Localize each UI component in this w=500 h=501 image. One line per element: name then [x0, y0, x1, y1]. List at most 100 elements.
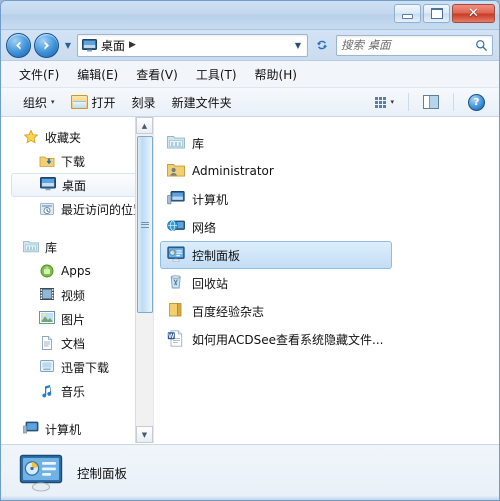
- folder-open-icon: [70, 95, 88, 109]
- computer-icon: [23, 421, 39, 437]
- search-box[interactable]: 搜索 桌面: [336, 34, 493, 56]
- sidebar-item-music-label: 音乐: [61, 384, 86, 399]
- computer-icon: [167, 190, 185, 208]
- new-folder-label: 新建文件夹: [171, 95, 232, 110]
- minimize-icon: [402, 14, 413, 19]
- sidebar-item-desktop-label: 桌面: [62, 178, 87, 193]
- breadcrumb[interactable]: 桌面 ▶: [82, 37, 136, 54]
- menu-tools[interactable]: 工具(T): [188, 63, 245, 86]
- toolbar-right-group: ▾ ?: [367, 91, 493, 114]
- word-document-icon: W: [167, 330, 185, 348]
- minimize-button[interactable]: [394, 4, 421, 23]
- menu-view[interactable]: 查看(V): [128, 63, 186, 86]
- list-item[interactable]: 控制面板: [160, 241, 392, 269]
- open-button[interactable]: 打开: [63, 91, 124, 114]
- thunder-download-icon: [39, 359, 55, 375]
- sidebar-item-documents[interactable]: 文档: [1, 331, 141, 355]
- list-item[interactable]: 库: [160, 129, 392, 157]
- scroll-down-button[interactable]: ▼: [136, 426, 153, 443]
- scrollbar-thumb[interactable]: [137, 136, 153, 313]
- list-item-label: 百度经验杂志: [192, 304, 265, 319]
- list-item[interactable]: 网络: [160, 213, 392, 241]
- menu-file[interactable]: 文件(F): [11, 63, 67, 86]
- sidebar-item-recent-places[interactable]: 最近访问的位置: [1, 197, 141, 221]
- history-dropdown-button[interactable]: ▼: [62, 34, 74, 57]
- title-bar: ✕: [1, 1, 499, 30]
- desktop-icon: [40, 177, 56, 193]
- recycle-bin-icon: [167, 274, 185, 292]
- content-area: 收藏夹 下载 桌面 最近访问的位置 库 Apps 视频 图片 文档 迅雷下载 音…: [1, 117, 499, 443]
- refresh-button[interactable]: [311, 35, 333, 56]
- chevron-up-icon: ▲: [141, 121, 148, 130]
- sidebar-group-favorites-label: 收藏夹: [45, 130, 82, 145]
- scroll-up-button[interactable]: ▲: [136, 117, 153, 134]
- list-item[interactable]: 百度经验杂志: [160, 297, 392, 325]
- menu-bar: 文件(F) 编辑(E) 查看(V) 工具(T) 帮助(H): [1, 61, 499, 88]
- chevron-down-icon: ▾: [390, 98, 394, 106]
- sidebar-item-downloads[interactable]: 下载: [1, 149, 141, 173]
- sidebar-item-documents-label: 文档: [61, 336, 86, 351]
- library-folder-icon: [23, 239, 39, 255]
- help-icon: ?: [468, 93, 485, 111]
- back-button[interactable]: [6, 32, 31, 58]
- list-item[interactable]: W 如何用ACDSee查看系统隐藏文件...: [160, 325, 392, 353]
- navigation-scrollbar[interactable]: ▲ ▼: [135, 117, 153, 443]
- toolbar-divider: [453, 93, 454, 111]
- back-arrow-icon: [16, 40, 21, 50]
- list-item-label: 网络: [192, 220, 217, 235]
- organize-button[interactable]: 组织 ▾: [15, 91, 63, 114]
- new-folder-button[interactable]: 新建文件夹: [164, 91, 240, 114]
- sidebar-group-libraries-label: 库: [45, 240, 58, 255]
- address-input[interactable]: 桌面 ▶ ▼: [77, 33, 308, 57]
- preview-pane-button[interactable]: [415, 92, 447, 112]
- folder-icon: [167, 302, 185, 320]
- sidebar-item-music[interactable]: 音乐: [1, 379, 141, 403]
- organize-label: 组织: [23, 95, 48, 110]
- list-item[interactable]: Administrator: [160, 157, 392, 185]
- sidebar-item-pictures[interactable]: 图片: [1, 307, 141, 331]
- star-icon: [23, 129, 39, 145]
- sidebar-item-apps[interactable]: Apps: [1, 259, 141, 283]
- menu-edit[interactable]: 编辑(E): [69, 63, 126, 86]
- documents-library-icon: [39, 335, 55, 351]
- sidebar-group-libraries[interactable]: 库: [1, 235, 141, 259]
- videos-library-icon: [39, 287, 55, 303]
- apps-library-icon: [39, 263, 55, 279]
- chevron-down-icon: ▼: [64, 40, 72, 50]
- maximize-button[interactable]: [423, 4, 450, 23]
- list-item[interactable]: 计算机: [160, 185, 392, 213]
- burn-label: 刻录: [131, 95, 156, 110]
- chevron-down-icon: ▾: [51, 98, 55, 106]
- list-item-label: 控制面板: [192, 248, 241, 263]
- desktop-icon: [82, 38, 97, 52]
- help-button[interactable]: ?: [460, 91, 493, 114]
- list-item[interactable]: 回收站: [160, 269, 392, 297]
- command-bar: 组织 ▾ 打开 刻录 新建文件夹 ▾ ?: [1, 88, 499, 117]
- close-button[interactable]: ✕: [452, 4, 495, 23]
- open-label: 打开: [91, 95, 116, 110]
- menu-help[interactable]: 帮助(H): [247, 63, 305, 86]
- scrollbar-grip-icon: [141, 221, 149, 228]
- sidebar-group-computer[interactable]: 计算机: [1, 417, 141, 441]
- svg-text:W: W: [168, 333, 175, 340]
- list-item-label: Administrator: [192, 164, 274, 178]
- sidebar-item-thunder-download[interactable]: 迅雷下载: [1, 355, 141, 379]
- search-input[interactable]: 搜索 桌面: [341, 37, 475, 53]
- change-view-button[interactable]: ▾: [367, 94, 402, 111]
- forward-button[interactable]: [34, 32, 59, 58]
- breadcrumb-separator-icon[interactable]: ▶: [129, 40, 136, 50]
- sidebar-item-recent-places-label: 最近访问的位置: [61, 202, 141, 217]
- forward-arrow-icon: [44, 40, 49, 50]
- sidebar-group-favorites[interactable]: 收藏夹: [1, 125, 141, 149]
- sidebar-item-desktop[interactable]: 桌面: [11, 173, 141, 197]
- burn-button[interactable]: 刻录: [124, 91, 164, 114]
- breadcrumb-location[interactable]: 桌面: [101, 37, 125, 54]
- control-panel-icon: [19, 454, 63, 492]
- sidebar-item-videos[interactable]: 视频: [1, 283, 141, 307]
- address-dropdown-icon[interactable]: ▼: [295, 41, 303, 50]
- user-folder-icon: [167, 162, 185, 180]
- control-panel-icon: [167, 246, 185, 264]
- sidebar-item-pictures-label: 图片: [61, 312, 86, 327]
- preview-pane-icon: [423, 95, 439, 109]
